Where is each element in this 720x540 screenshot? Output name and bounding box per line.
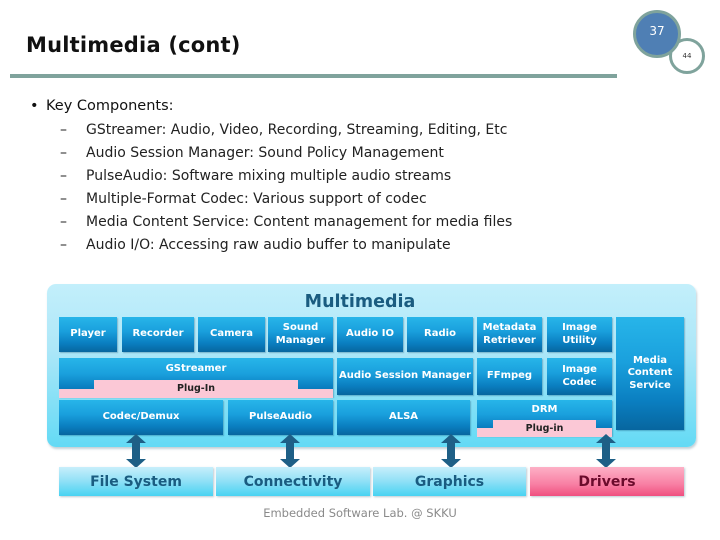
block-media-content-service: Media Content Service [616,317,684,430]
list-item-text: PulseAudio: Software mixing multiple aud… [86,168,452,184]
drm-plugin: Plug-in [493,420,596,436]
page-number-badge: 37 [633,10,681,58]
list-item-text: Audio I/O: Accessing raw audio buffer to… [86,237,451,253]
base-drivers: Drivers [530,467,684,496]
bullet-list: • Key Components: – GStreamer: Audio, Vid… [30,95,512,257]
gstreamer-plugin: Plug-In [94,380,298,396]
base-connectivity: Connectivity [216,467,370,496]
double-arrow-icon [441,434,461,468]
block-image-codec: Image Codec [547,358,612,395]
list-item: – Multiple-Format Codec: Various support … [30,188,512,211]
list-item: – Media Content Service: Content manageme… [30,211,512,234]
block-ffmpeg: FFmpeg [477,358,542,395]
list-item-text: GStreamer: Audio, Video, Recording, Stre… [86,122,508,138]
block-radio: Radio [407,317,473,352]
diagram-title: Multimedia [304,292,416,312]
block-audio-io: Audio IO [337,317,403,352]
dash-marker: – [60,191,67,207]
drm-label: DRM [531,404,558,415]
double-arrow-icon [596,434,616,468]
block-camera: Camera [198,317,265,352]
gstreamer-label: GStreamer [165,363,227,374]
list-item-text: Audio Session Manager: Sound Policy Mana… [86,145,444,161]
dash-marker: – [60,168,67,184]
base-graphics: Graphics [373,467,526,496]
list-item: – PulseAudio: Software mixing multiple au… [30,165,512,188]
block-codec-demux: Codec/Demux [59,400,223,435]
list-item: – Audio Session Manager: Sound Policy Man… [30,142,512,165]
title-divider [10,74,617,78]
list-item: – Audio I/O: Accessing raw audio buffer t… [30,234,512,257]
list-item-text: Multiple-Format Codec: Various support o… [86,191,427,207]
slide-title: Multimedia (cont) [26,33,241,57]
bullet-heading: • Key Components: [30,95,512,119]
block-player: Player [59,317,117,352]
slide-footer: Embedded Software Lab. @ SKKU [263,506,457,520]
block-metadata-retriever: Metadata Retriever [477,317,542,352]
dash-marker: – [60,122,67,138]
double-arrow-icon [280,434,300,468]
dash-marker: – [60,214,67,230]
bullet-heading-text: Key Components: [46,98,174,114]
dash-marker: – [60,237,67,253]
dash-marker: – [60,145,67,161]
base-file-system: File System [59,467,213,496]
block-audio-session-manager: Audio Session Manager [337,358,473,395]
block-alsa: ALSA [337,400,470,435]
double-arrow-icon [126,434,146,468]
list-item-text: Media Content Service: Content managemen… [86,214,513,230]
bullet-marker: • [30,98,39,114]
block-recorder: Recorder [122,317,194,352]
block-sound-manager: Sound Manager [268,317,333,352]
block-pulseaudio: PulseAudio [228,400,333,435]
block-image-utility: Image Utility [547,317,612,352]
list-item: – GStreamer: Audio, Video, Recording, Str… [30,119,512,142]
